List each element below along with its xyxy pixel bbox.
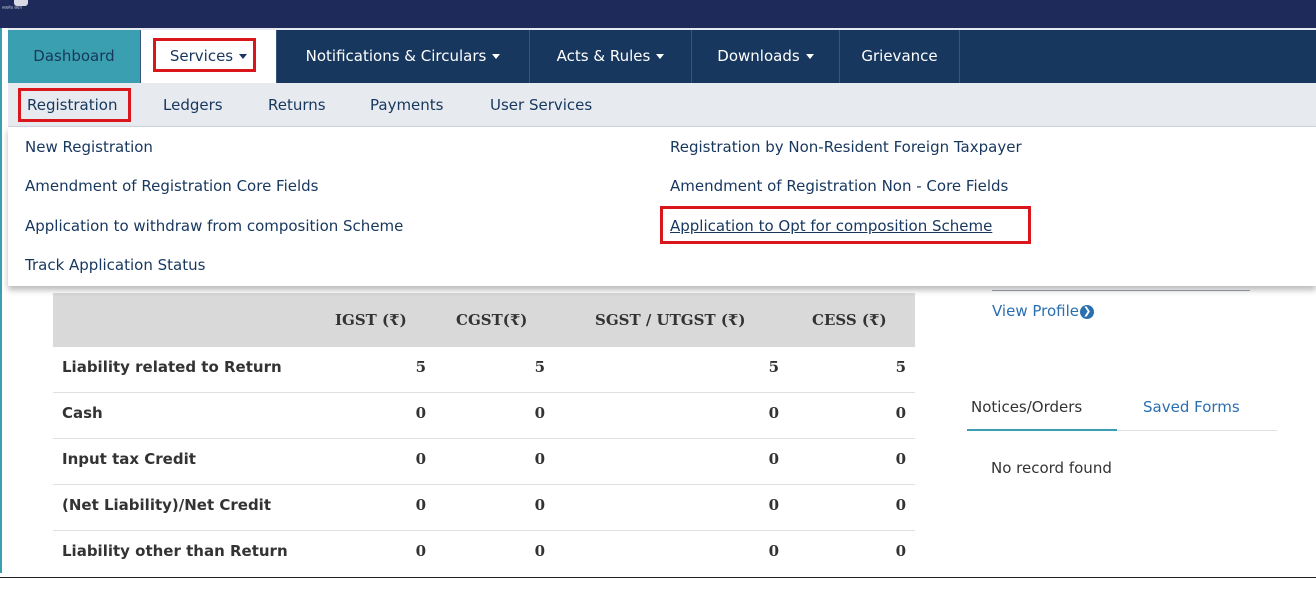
cell-igst: 0	[415, 496, 426, 514]
nav-grievance[interactable]: Grievance	[840, 30, 960, 83]
cell-igst: 0	[415, 542, 426, 560]
row-label: Cash	[62, 404, 103, 422]
cell-cgst: 5	[534, 358, 545, 376]
cell-sgst: 5	[768, 358, 779, 376]
row-label: Liability other than Return	[62, 542, 288, 560]
link-amendment-core-fields[interactable]: Amendment of Registration Core Fields	[25, 176, 319, 196]
registration-dropdown: New Registration Amendment of Registrati…	[8, 127, 1316, 286]
top-header-bar: सत्यमेव जयते	[0, 0, 1316, 28]
chevron-down-icon	[492, 54, 501, 59]
cell-igst: 5	[415, 358, 426, 376]
services-highlight-box	[153, 38, 256, 72]
cell-igst: 0	[415, 450, 426, 468]
arrow-right-circle-icon: ❯	[1080, 304, 1095, 319]
cell-cess: 5	[895, 358, 906, 376]
link-non-resident-foreign-taxpayer[interactable]: Registration by Non-Resident Foreign Tax…	[670, 137, 1022, 157]
chevron-down-icon	[805, 54, 814, 59]
nav-acts-rules[interactable]: Acts & Rules	[530, 30, 692, 83]
empty-state-text: No record found	[991, 459, 1112, 477]
table-row: Cash 0 0 0 0	[53, 393, 915, 439]
cell-sgst: 0	[768, 542, 779, 560]
link-track-application-status[interactable]: Track Application Status	[25, 255, 205, 275]
table-row: Input tax Credit 0 0 0 0	[53, 439, 915, 485]
cell-cess: 0	[895, 496, 906, 514]
nav-dashboard[interactable]: Dashboard	[8, 30, 141, 83]
cell-sgst: 0	[768, 404, 779, 422]
cell-sgst: 0	[768, 450, 779, 468]
opt-composition-highlight-box	[660, 206, 1031, 244]
column-header-cgst: CGST(₹)	[456, 311, 528, 329]
bottom-border	[0, 577, 1316, 578]
cell-cgst: 0	[534, 404, 545, 422]
submenu-user-services[interactable]: User Services	[490, 83, 592, 127]
table-row: Liability other than Return 0 0 0 0	[53, 531, 915, 577]
chevron-down-icon	[656, 54, 665, 59]
liability-table-header: IGST (₹) CGST(₹) SGST / UTGST (₹) CESS (…	[53, 293, 915, 347]
cell-sgst: 0	[768, 496, 779, 514]
tab-saved-forms[interactable]: Saved Forms	[1143, 398, 1240, 416]
cell-cess: 0	[895, 404, 906, 422]
nav-notifications-circulars[interactable]: Notifications & Circulars	[277, 30, 530, 83]
link-new-registration[interactable]: New Registration	[25, 137, 153, 157]
emblem-text: सत्यमेव जयते	[2, 5, 22, 10]
left-accent-border	[0, 28, 2, 573]
cell-igst: 0	[415, 404, 426, 422]
table-row: Liability related to Return 5 5 5 5	[53, 347, 915, 393]
row-label: (Net Liability)/Net Credit	[62, 496, 271, 514]
column-header-igst: IGST (₹)	[335, 311, 407, 329]
link-amendment-non-core-fields[interactable]: Amendment of Registration Non - Core Fie…	[670, 176, 1008, 196]
submenu-payments[interactable]: Payments	[370, 83, 443, 127]
profile-divider	[992, 290, 1250, 291]
registration-highlight-box	[18, 88, 131, 122]
column-header-sgst: SGST / UTGST (₹)	[595, 311, 746, 329]
services-submenu: Registration Ledgers Returns Payments Us…	[8, 83, 1316, 127]
submenu-ledgers[interactable]: Ledgers	[163, 83, 223, 127]
cell-cess: 0	[895, 542, 906, 560]
link-withdraw-composition[interactable]: Application to withdraw from composition…	[25, 216, 403, 236]
emblem-logo: सत्यमेव जयते	[2, 0, 38, 14]
row-label: Input tax Credit	[62, 450, 196, 468]
active-tab-indicator	[967, 429, 1117, 431]
submenu-returns[interactable]: Returns	[268, 83, 326, 127]
cell-cgst: 0	[534, 450, 545, 468]
tab-notices-orders[interactable]: Notices/Orders	[971, 398, 1082, 416]
nav-downloads[interactable]: Downloads	[692, 30, 840, 83]
cell-cess: 0	[895, 450, 906, 468]
column-header-cess: CESS (₹)	[812, 311, 887, 329]
table-row: (Net Liability)/Net Credit 0 0 0 0	[53, 485, 915, 531]
cell-cgst: 0	[534, 542, 545, 560]
view-profile-link[interactable]: View Profile ❯	[992, 302, 1095, 320]
row-label: Liability related to Return	[62, 358, 282, 376]
cell-cgst: 0	[534, 496, 545, 514]
